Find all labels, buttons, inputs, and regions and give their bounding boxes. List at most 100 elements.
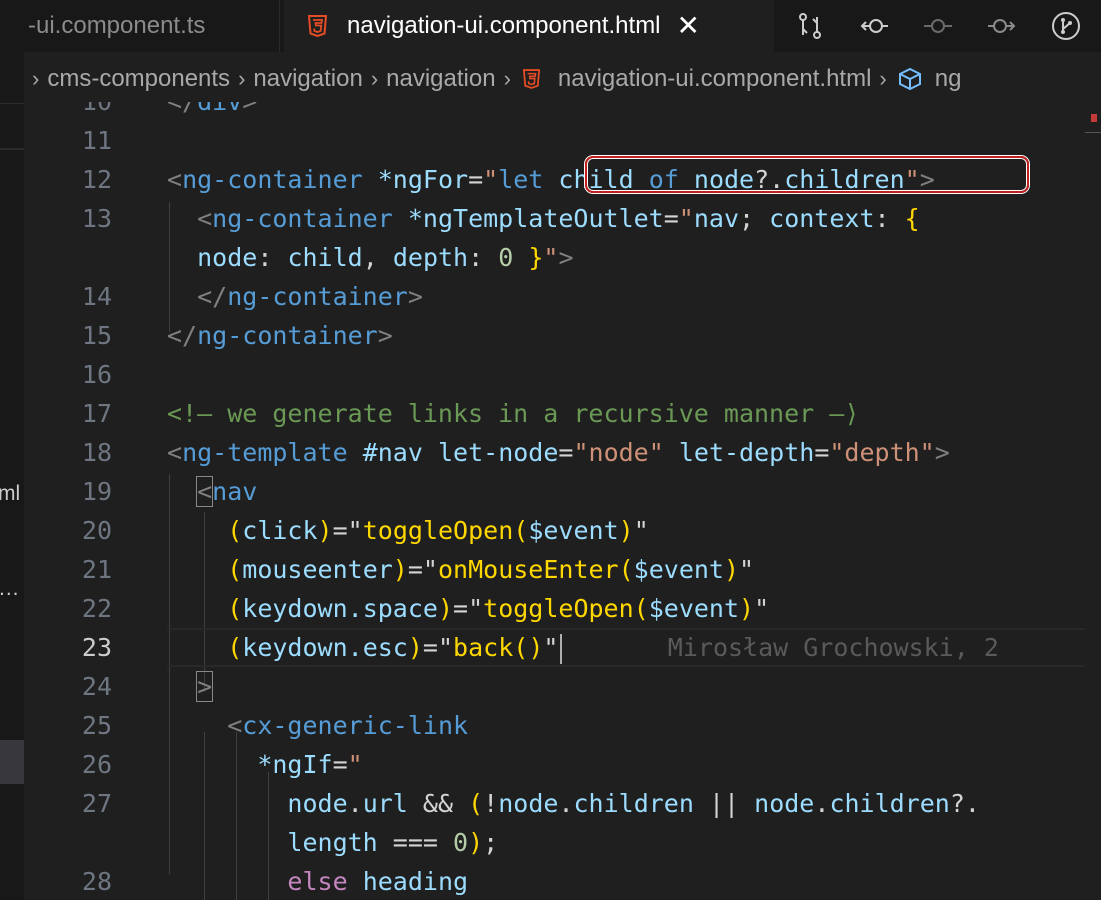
breadcrumb-item[interactable]: ng bbox=[935, 65, 962, 93]
line-number: 15 bbox=[81, 321, 112, 350]
line-number: 24 bbox=[81, 672, 112, 701]
sidebar-file-fragment[interactable]: ml bbox=[0, 482, 20, 506]
git-timeline-dot-icon bbox=[924, 19, 952, 33]
line-number: 20 bbox=[81, 516, 112, 545]
annotation-highlight bbox=[585, 156, 1029, 193]
code-line: 20 (click)="toggleOpen($event)" bbox=[24, 511, 1101, 550]
editor-actions bbox=[778, 0, 1098, 52]
symbol-class-icon bbox=[898, 67, 921, 91]
code-line: 24 > bbox=[24, 667, 1101, 706]
code-text: else heading bbox=[287, 867, 469, 896]
line-number: 22 bbox=[81, 594, 112, 623]
scrollbar-thumb[interactable] bbox=[1085, 132, 1101, 133]
compare-changes-button[interactable] bbox=[778, 0, 842, 52]
tab-component-html[interactable]: navigation-ui.component.html ✕ bbox=[284, 0, 774, 52]
code-line-current: 23 (keydown.esc)="back()" Mirosław Groch… bbox=[24, 628, 1101, 667]
code-text: </ng-container> bbox=[167, 321, 393, 350]
compare-changes-icon bbox=[799, 13, 821, 39]
scrollbar-marker bbox=[1091, 114, 1097, 122]
code-line: 25 <cx-generic-link bbox=[24, 706, 1101, 745]
code-line: 27 node.url && (!node.children || node.c… bbox=[24, 784, 1101, 823]
line-number: 19 bbox=[81, 477, 112, 506]
code-line-wrap: node: child, depth: 0 }"> bbox=[24, 238, 1101, 277]
git-timeline-prev-icon bbox=[860, 19, 888, 33]
code-text: <ng-container *ngTemplateOutlet="nav; co… bbox=[197, 204, 920, 233]
line-number: 13 bbox=[81, 204, 112, 233]
code-text: (keydown.esc)="back()" Mirosław Grochows… bbox=[227, 633, 999, 664]
code-text: <ng-template #nav let-node="node" let-de… bbox=[167, 438, 950, 467]
code-line: 10 </div> bbox=[24, 102, 1101, 121]
code-line-wrap: length === 0); bbox=[24, 823, 1101, 862]
chevron-right-icon: › bbox=[370, 66, 379, 91]
code-editor[interactable]: 10 </div> 11 12 <ng-container *ngFor="le… bbox=[24, 102, 1101, 900]
tab-label: -ui.component.ts bbox=[28, 12, 206, 39]
git-timeline-next-icon bbox=[988, 19, 1016, 33]
code-line: 19 <nav bbox=[24, 472, 1101, 511]
breadcrumb-item[interactable]: navigation bbox=[386, 65, 495, 93]
html5-icon bbox=[522, 69, 540, 89]
code-line: 11 bbox=[24, 121, 1101, 160]
sidebar-header bbox=[0, 0, 24, 103]
tab-bar: -ui.component.ts navigation-ui.component… bbox=[24, 0, 1101, 52]
explorer-sidebar: ml ... bbox=[0, 0, 24, 900]
sidebar-selected-item[interactable] bbox=[0, 740, 24, 784]
line-number: 14 bbox=[81, 282, 112, 311]
text-cursor bbox=[560, 634, 563, 664]
code-line: 26 *ngIf=" bbox=[24, 745, 1101, 784]
timeline-next-button[interactable] bbox=[970, 0, 1034, 52]
sidebar-more-fragment[interactable]: ... bbox=[0, 577, 20, 601]
code-line: 17 <!— we generate links in a recursive … bbox=[24, 394, 1101, 433]
code-text: <cx-generic-link bbox=[227, 711, 469, 740]
sidebar-divider bbox=[0, 103, 24, 104]
code-line: 13 <ng-container *ngTemplateOutlet="nav;… bbox=[24, 199, 1101, 238]
line-number: 25 bbox=[81, 711, 112, 740]
line-number: 23 bbox=[81, 633, 112, 662]
close-icon[interactable]: ✕ bbox=[677, 12, 700, 40]
chevron-right-icon: › bbox=[503, 66, 511, 91]
chevron-right-icon: › bbox=[32, 66, 40, 91]
code-text: *ngIf=" bbox=[257, 750, 363, 779]
scrollbar-overview[interactable] bbox=[1085, 102, 1101, 900]
git-graph-icon bbox=[1052, 12, 1080, 40]
code-line: 15 </ng-container> bbox=[24, 316, 1101, 355]
code-text: <nav bbox=[196, 476, 258, 507]
breadcrumb-item[interactable]: navigation-ui.component.html bbox=[558, 65, 872, 93]
code-line: 28 else heading bbox=[24, 862, 1101, 900]
html5-icon bbox=[308, 15, 327, 37]
timeline-previous-button[interactable] bbox=[842, 0, 906, 52]
line-number: 28 bbox=[81, 867, 112, 896]
chevron-right-icon: › bbox=[238, 66, 246, 91]
breadcrumb-item[interactable]: cms-components bbox=[47, 65, 230, 93]
line-number: 12 bbox=[81, 165, 112, 194]
breadcrumb-item[interactable]: navigation bbox=[253, 65, 362, 93]
code-text: node.url && (!node.children || node.chil… bbox=[287, 789, 980, 818]
line-number: 10 bbox=[24, 102, 112, 121]
line-number: 27 bbox=[81, 789, 112, 818]
code-line: 14 </ng-container> bbox=[24, 277, 1101, 316]
line-number: 11 bbox=[81, 126, 112, 155]
line-number: 18 bbox=[81, 438, 112, 467]
breadcrumb: › cms-components › navigation › navigati… bbox=[24, 56, 1101, 102]
chevron-right-icon: › bbox=[879, 66, 887, 91]
tab-label: navigation-ui.component.html bbox=[347, 12, 661, 39]
code-text: (keydown.space)="toggleOpen($event)" bbox=[227, 594, 770, 623]
code-line: 22 (keydown.space)="toggleOpen($event)" bbox=[24, 589, 1101, 628]
code-comment: <!— we generate links in a recursive man… bbox=[167, 399, 860, 428]
code-line: 16 bbox=[24, 355, 1101, 394]
code-line: 18 <ng-template #nav let-node="node" let… bbox=[24, 433, 1101, 472]
line-number: 16 bbox=[81, 360, 112, 389]
code-text: </ng-container> bbox=[197, 282, 423, 311]
sidebar-divider-2 bbox=[0, 148, 24, 150]
line-number: 17 bbox=[81, 399, 112, 428]
git-blame-annotation: Mirosław Grochowski, 2 bbox=[667, 633, 999, 662]
code-text: > bbox=[196, 671, 214, 702]
timeline-current-button[interactable] bbox=[906, 0, 970, 52]
git-graph-button[interactable] bbox=[1034, 0, 1098, 52]
code-line: 21 (mouseenter)="onMouseEnter($event)" bbox=[24, 550, 1101, 589]
line-number: 21 bbox=[81, 555, 112, 584]
code-text: (mouseenter)="onMouseEnter($event)" bbox=[227, 555, 755, 584]
code-text: node: child, depth: 0 }"> bbox=[197, 243, 574, 272]
line-number: 26 bbox=[81, 750, 112, 779]
code-text: </div> bbox=[167, 102, 257, 121]
tab-component-ts[interactable]: -ui.component.ts bbox=[24, 0, 280, 52]
